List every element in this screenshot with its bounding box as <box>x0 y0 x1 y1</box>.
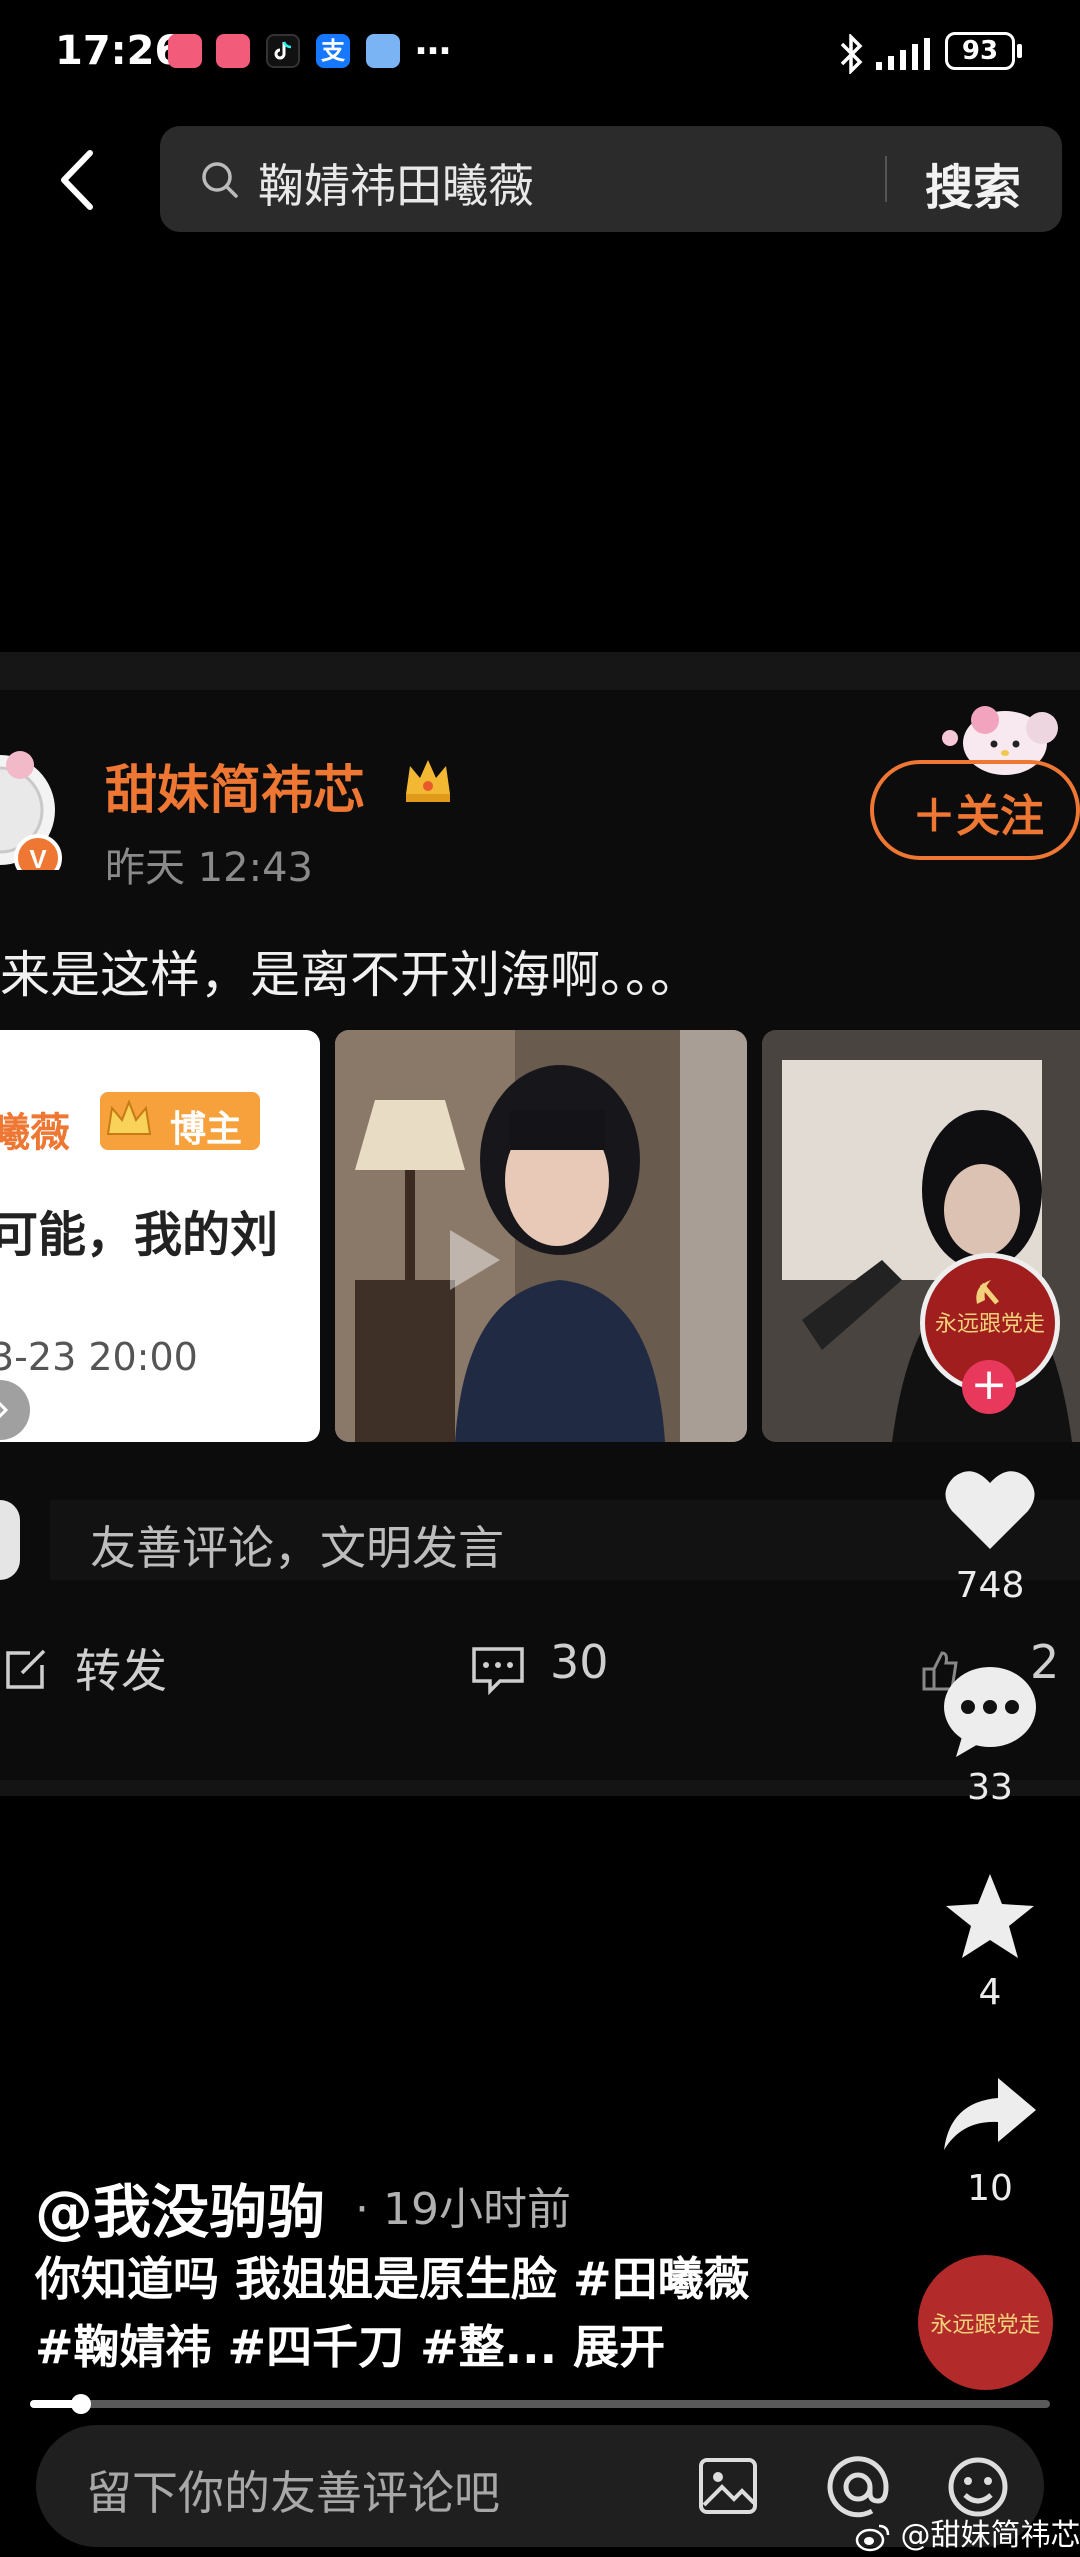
repost-button[interactable]: 转发 <box>0 1635 220 1715</box>
crown-icon <box>406 760 450 802</box>
photo-image <box>762 1030 1080 1442</box>
thumb-text: 可能，我的刘 <box>0 1207 279 1263</box>
video-age: · 19小时前 <box>355 2184 571 2235</box>
comment-count: 30 <box>550 1635 609 1689</box>
comment-icon <box>472 1647 524 1695</box>
comments-button[interactable]: 33 <box>930 1665 1050 1815</box>
repost-icon <box>6 1649 46 1689</box>
search-divider <box>885 156 887 202</box>
card-divider <box>0 652 1080 690</box>
heart-icon <box>945 1471 1035 1549</box>
back-arrow-icon[interactable] <box>50 145 110 215</box>
share-count: 10 <box>967 2168 1013 2209</box>
hammer-sickle-icon <box>976 1280 1000 1305</box>
app-icon <box>168 34 202 68</box>
favorite-button[interactable]: 4 <box>930 1870 1050 2020</box>
carousel-prev-button[interactable] <box>0 1380 30 1440</box>
post-timestamp: 昨天 12:43 <box>105 845 313 891</box>
share-arrow-icon <box>944 2078 1036 2150</box>
video-description: 你知道吗 我姐姐是原生脸 #田曦薇 #鞠婧祎 #四千刀 #整... 展开 <box>35 2245 775 2381</box>
watermark: @甜妹简祎芯 <box>855 2510 1080 2554</box>
video-progress-knob[interactable] <box>71 2394 91 2414</box>
card-divider <box>0 1780 1080 1796</box>
video-author[interactable]: @我没驹驹 <box>35 2165 325 2249</box>
comment-bubble-icon <box>944 1667 1036 1757</box>
signal-icon <box>876 38 930 70</box>
floating-badge-text: 永远跟党走 <box>930 2313 1041 2338</box>
favorite-count: 4 <box>978 1972 1002 2013</box>
expand-link[interactable]: 展开 <box>573 2320 665 2374</box>
bluetooth-icon <box>840 34 863 74</box>
search-icon <box>202 162 238 198</box>
post-username[interactable]: 甜妹简祎芯 <box>105 748 365 823</box>
avatar[interactable]: V <box>0 740 65 882</box>
my-avatar <box>0 1500 20 1580</box>
follow-label: ＋关注 <box>912 791 1044 842</box>
post-image-3[interactable] <box>762 1030 1080 1442</box>
comment-row: 友善评论，文明发言 <box>0 1490 1080 1590</box>
blogger-badge: 博主 <box>100 1092 260 1150</box>
comment-button[interactable]: 30 <box>470 1635 670 1715</box>
like-count: 748 <box>955 1565 1025 1606</box>
thumb-title: 曦薇 <box>0 1110 70 1156</box>
search-input[interactable]: 鞠婧祎田曦薇 <box>258 150 534 216</box>
battery-indicator: 93 <box>945 32 1015 70</box>
alipay-icon: 支 <box>316 34 350 68</box>
post-text: 来是这样，是离不开刘海啊。。。 <box>0 946 700 1004</box>
search-bar[interactable]: 鞠婧祎田曦薇 搜索 <box>160 126 1062 232</box>
comment-input[interactable]: 友善评论，文明发言 <box>50 1500 1080 1580</box>
repost-label: 转发 <box>75 1644 167 1698</box>
weibo-logo-icon <box>855 2524 890 2551</box>
status-time: 17:26 <box>55 28 183 74</box>
floating-badge[interactable]: 永远跟党走 <box>918 2255 1053 2390</box>
blogger-badge-label: 博主 <box>170 1109 243 1150</box>
creator-avatar-text: 永远跟党走 <box>934 1312 1045 1337</box>
star-icon <box>946 1874 1034 1958</box>
search-button[interactable]: 搜索 <box>925 148 1021 218</box>
app-icon <box>216 34 250 68</box>
comment-placeholder: 友善评论，文明发言 <box>90 1521 504 1575</box>
share-button[interactable]: 10 <box>930 2070 1050 2220</box>
watermark-text: @甜妹简祎芯 <box>900 2518 1080 2553</box>
thumb-date: 3-23 20:00 <box>0 1335 198 1379</box>
tiktok-icon <box>266 34 300 68</box>
like-button[interactable]: 748 <box>930 1465 1050 1615</box>
post-video-thumbnail[interactable] <box>335 1030 747 1442</box>
video-frame-image <box>335 1030 747 1442</box>
video-progress-bar[interactable] <box>30 2394 1050 2414</box>
post-actions: 转发 30 2 <box>0 1635 1080 1735</box>
comment-input-placeholder: 留下你的友善评论吧 <box>86 2466 500 2520</box>
battery-tip <box>1017 44 1022 58</box>
overflow-indicator: … <box>415 22 451 63</box>
image-icon[interactable] <box>698 2457 758 2515</box>
comments-count: 33 <box>967 1767 1013 1808</box>
weibo-post-card: V 甜妹简祎芯 昨天 12:43 ＋关注 来是这样，是离不开刘海啊。。。 曦薇 … <box>0 690 1080 1790</box>
follow-button[interactable]: ＋关注 <box>870 760 1080 860</box>
status-bar: 17:26 支 … 93 <box>0 0 1080 110</box>
crown-icon <box>106 1099 152 1135</box>
post-image-1[interactable]: 曦薇 博主 可能，我的刘 3-23 20:00 <box>0 1030 320 1442</box>
app-icon <box>366 34 400 68</box>
follow-creator-button[interactable]: + <box>962 1360 1016 1414</box>
svg-text:V: V <box>29 844 47 870</box>
